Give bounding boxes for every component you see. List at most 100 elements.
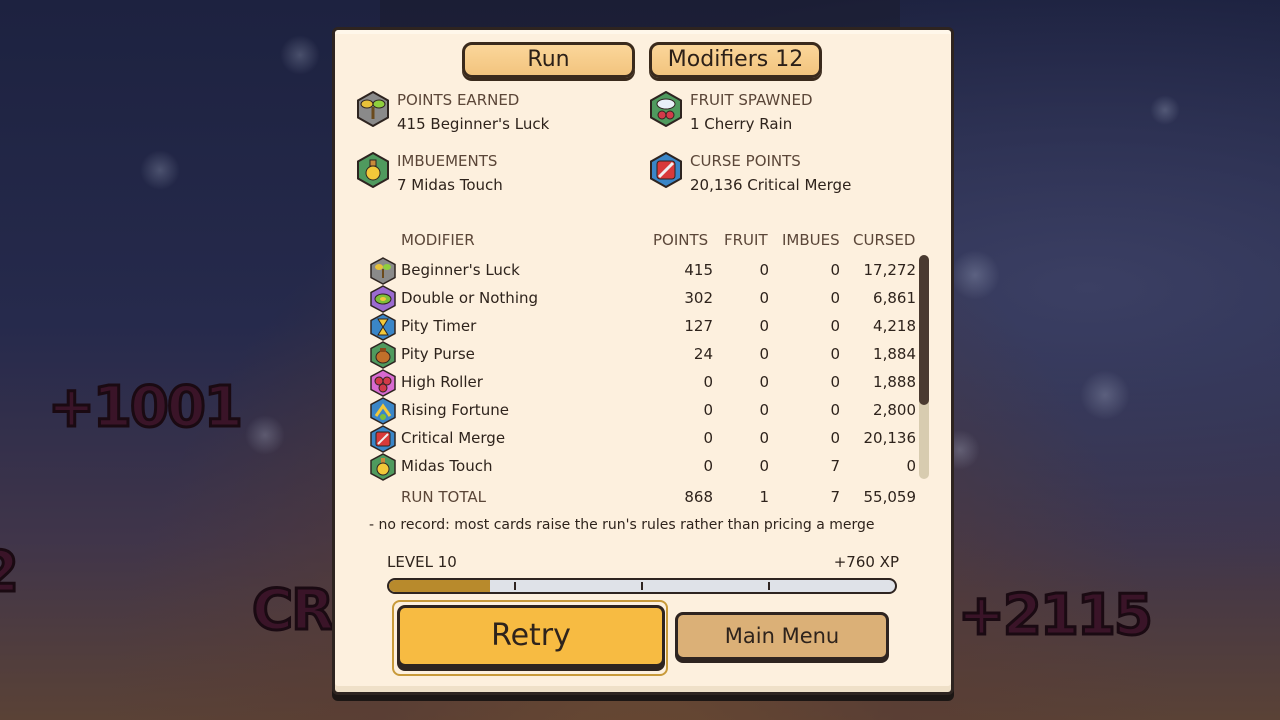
column-header-fruit: FRUIT [724,231,768,249]
cursed-cell: 0 [906,457,916,475]
table-row: Beginner's Luck 415 0 0 17,272 [369,257,917,285]
potion-icon [370,453,396,481]
modifier-name: Double or Nothing [401,289,539,307]
table-scrollbar-thumb[interactable] [919,255,929,405]
sword-icon [370,425,396,453]
cursed-cell: 4,218 [873,317,916,335]
points-cell: 0 [703,401,713,419]
modifier-name: High Roller [401,373,483,391]
cursed-cell: 1,884 [873,345,916,363]
table-row: Rising Fortune 0 0 0 2,800 [369,397,917,425]
run-total-row: RUN TOTAL 868 1 7 55,059 [369,484,917,512]
sparkle [280,35,320,75]
floating-score-text: +2115 [957,582,1155,650]
retry-button[interactable]: Retry [397,605,665,667]
table-row: High Roller 0 0 0 1,888 [369,369,917,397]
cursed-cell: 17,272 [863,261,917,279]
sparkle [950,250,1000,300]
sprout-icon [357,91,389,127]
points-cell: 415 [684,261,713,279]
imbues-cell: 0 [830,289,840,307]
fruit-total: 1 [759,488,769,506]
fruit-cell: 0 [759,345,769,363]
tab-run[interactable]: Run [462,42,635,78]
stat-value: 415 Beginner's Luck [397,115,550,133]
stat-label: POINTS EARNED [397,91,520,109]
column-header-modifier: MODIFIER [401,231,475,249]
sparkle [140,150,180,190]
cursed-cell: 20,136 [863,429,917,447]
imbues-cell: 7 [830,457,840,475]
modifier-name: Rising Fortune [401,401,509,419]
modifier-name: Pity Purse [401,345,475,363]
modifier-name: Beginner's Luck [401,261,520,279]
column-header-cursed: CURSED [853,231,916,249]
stat-label: IMBUEMENTS [397,152,498,170]
points-total: 868 [684,488,713,506]
sparkle [1080,370,1130,420]
imbues-total: 7 [830,488,840,506]
fruit-cell: 0 [759,373,769,391]
coin-icon [370,285,396,313]
stat-value: 1 Cherry Rain [690,115,793,133]
points-cell: 0 [703,429,713,447]
modifier-name: Midas Touch [401,457,493,475]
floating-score-text: +1001 [47,374,245,442]
imbues-cell: 0 [830,317,840,335]
background-window-edge [380,0,900,28]
table-row: Double or Nothing 302 0 0 6,861 [369,285,917,313]
stat-label: CURSE POINTS [690,152,801,170]
column-header-points: POINTS [653,231,709,249]
imbues-cell: 0 [830,373,840,391]
fruit-cell: 0 [759,401,769,419]
modifier-name: Critical Merge [401,429,506,447]
sparkle [1150,95,1180,125]
points-cell: 0 [703,373,713,391]
cursed-total: 55,059 [863,488,917,506]
potion-icon [357,152,389,188]
run-summary-panel: Run Modifiers 12 POINTS EARNED 415 Begin… [332,27,954,695]
table-row: Pity Timer 127 0 0 4,218 [369,313,917,341]
xp-progress-fill [389,580,491,592]
main-menu-button[interactable]: Main Menu [675,612,889,660]
imbues-cell: 0 [830,429,840,447]
table-row: Critical Merge 0 0 0 20,136 [369,425,917,453]
xp-gain-label: +760 XP [833,553,899,571]
imbues-cell: 0 [830,345,840,363]
xp-bar-tick [641,582,643,590]
sprout-icon [370,257,396,285]
rising-arrow-icon [370,397,396,425]
imbues-cell: 0 [830,261,840,279]
points-cell: 127 [684,317,713,335]
fruit-cell: 0 [759,261,769,279]
run-total-label: RUN TOTAL [401,488,486,506]
floating-score-text: 2 [0,539,20,607]
sparkle [245,415,285,455]
fruit-cell: 0 [759,457,769,475]
table-row: Pity Purse 24 0 0 1,884 [369,341,917,369]
stat-value: 7 Midas Touch [397,176,503,194]
fruit-cell: 0 [759,317,769,335]
cursed-cell: 6,861 [873,289,916,307]
fruit-cell: 0 [759,289,769,307]
level-label: LEVEL 10 [387,553,457,571]
tab-modifiers[interactable]: Modifiers 12 [649,42,822,78]
table-row: Midas Touch 0 0 7 0 [369,453,917,481]
footnote-text: - no record: most cards raise the run's … [369,517,875,533]
xp-bar-tick [514,582,516,590]
xp-progress-bar [387,578,897,594]
stat-label: FRUIT SPAWNED [690,91,813,109]
cursed-cell: 1,888 [873,373,916,391]
points-cell: 302 [684,289,713,307]
modifier-name: Pity Timer [401,317,477,335]
purse-icon [370,341,396,369]
xp-bar-tick [768,582,770,590]
hourglass-icon [370,313,396,341]
cherry-cloud-icon [650,91,682,127]
column-header-imbues: IMBUES [782,231,840,249]
points-cell: 0 [703,457,713,475]
sword-icon [650,152,682,188]
fruit-cell: 0 [759,429,769,447]
floating-score-text: CR [250,577,335,645]
cursed-cell: 2,800 [873,401,916,419]
